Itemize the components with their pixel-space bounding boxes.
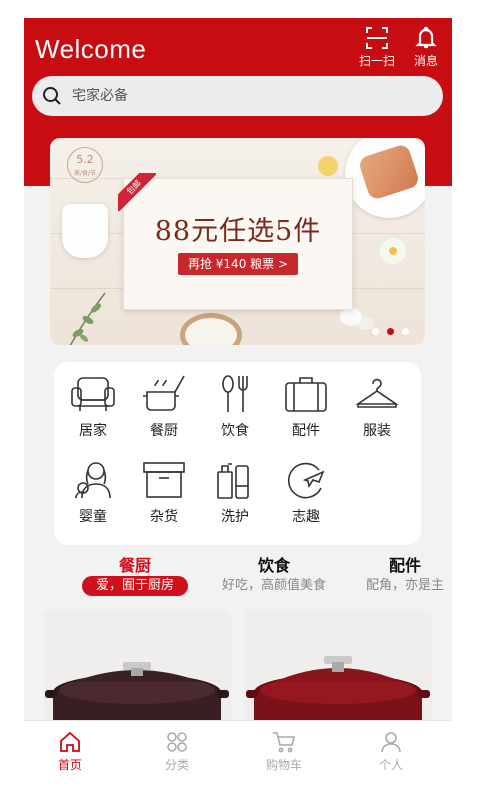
featured-tabs: 舒心 餐厨 爱，囿于厨房 饮食 好吃，高颜值美食 配件 配角，亦是主 <box>24 556 452 600</box>
eggs-image <box>340 308 362 326</box>
category-label: 配件 <box>292 423 320 439</box>
category-care[interactable]: 洗护 <box>205 460 265 526</box>
bottles-icon <box>217 463 249 499</box>
flower-image <box>380 238 406 264</box>
globe-plane-icon <box>287 462 325 499</box>
message-label: 消息 <box>413 54 438 68</box>
carousel-dot[interactable] <box>372 328 379 335</box>
nav-label: 分类 <box>164 758 189 772</box>
category-accessories[interactable]: 配件 <box>276 374 336 440</box>
scan-button[interactable]: 扫一扫 <box>355 26 399 69</box>
category-clothing[interactable]: 服装 <box>347 374 407 440</box>
category-label: 杂货 <box>150 509 178 525</box>
stamp-date: 5.2 <box>76 153 94 166</box>
hanger-icon <box>355 378 399 408</box>
suitcase-icon <box>285 377 327 412</box>
category-label: 居家 <box>79 423 107 439</box>
category-label: 洗护 <box>221 509 249 525</box>
nav-profile[interactable]: 个人 <box>361 731 421 773</box>
category-sundries[interactable]: 杂货 <box>134 460 194 526</box>
milk-jug-image <box>62 204 108 258</box>
category-label: 婴童 <box>79 509 107 525</box>
featured-tab-name: 配件 <box>389 556 422 575</box>
promo-card: 包邮 88元任选5件 再抢 ¥140 粮票 > <box>118 173 353 310</box>
festival-stamp: 5.2 美/食/节 <box>67 147 103 183</box>
grid-icon <box>167 732 187 752</box>
category-interests[interactable]: 志趣 <box>276 460 336 526</box>
home-icon <box>60 731 80 752</box>
search-input[interactable] <box>72 76 422 116</box>
category-food[interactable]: 饮食 <box>205 374 265 440</box>
category-grid: 居家 餐厨 饮食 配件 服装 婴童 杂货 洗护 志趣 <box>54 362 421 545</box>
stamp-sub: 美/食/节 <box>73 170 97 177</box>
category-label: 餐厨 <box>150 423 178 439</box>
featured-tab-sub: 好吃，高颜值美食 <box>222 578 327 593</box>
flour-bowl-image <box>180 313 242 345</box>
category-label: 饮食 <box>221 423 249 439</box>
bottom-nav: 首页 分类 购物车 个人 <box>24 720 452 778</box>
nav-label: 购物车 <box>265 758 302 772</box>
nav-category[interactable]: 分类 <box>147 731 207 773</box>
scan-label: 扫一扫 <box>358 54 395 68</box>
free-shipping-tag: 包邮 <box>118 173 156 211</box>
carousel-dot[interactable] <box>402 328 409 335</box>
pot-icon <box>143 375 185 411</box>
leaf-image <box>69 292 106 345</box>
user-icon <box>381 732 401 753</box>
featured-tab-name: 饮食 <box>258 556 291 575</box>
food-plate-image <box>345 138 425 218</box>
carousel-dot-active[interactable] <box>387 328 394 335</box>
utensils-icon <box>222 375 248 412</box>
nav-home[interactable]: 首页 <box>40 731 100 773</box>
mother-child-icon <box>75 462 111 499</box>
search-bar[interactable] <box>32 76 443 116</box>
category-label: 服装 <box>363 423 391 439</box>
category-baby[interactable]: 婴童 <box>63 460 123 526</box>
featured-tab-kitchen[interactable]: 餐厨 爱，囿于厨房 <box>82 556 189 596</box>
app-title: Welcome <box>35 34 147 64</box>
box-icon <box>143 462 185 498</box>
scan-icon <box>366 27 388 49</box>
featured-tab-accessories[interactable]: 配件 配角，亦是主 <box>366 556 444 596</box>
featured-tab-food[interactable]: 饮食 好吃，高颜值美食 <box>222 556 326 596</box>
featured-tab-sub: 配角，亦是主 <box>366 578 445 593</box>
search-icon <box>43 87 61 105</box>
category-label: 志趣 <box>292 509 320 525</box>
nav-cart[interactable]: 购物车 <box>254 731 314 773</box>
nav-label: 首页 <box>57 758 82 772</box>
promo-headline: 88元任选5件 <box>154 216 322 247</box>
carousel-dots <box>372 328 409 335</box>
promo-banner[interactable]: 5.2 美/食/节 包邮 88元任选5件 再抢 ¥140 粮票 > <box>50 138 425 345</box>
nav-label: 个人 <box>378 758 403 772</box>
promo-coupon-button[interactable]: 再抢 ¥140 粮票 > <box>178 253 298 275</box>
featured-tab-name: 餐厨 <box>119 556 152 575</box>
cart-icon <box>273 732 296 753</box>
lemon-image <box>318 156 338 176</box>
category-kitchen[interactable]: 餐厨 <box>134 374 194 440</box>
message-button[interactable]: 消息 <box>404 26 448 69</box>
bell-icon <box>415 26 437 49</box>
featured-tab-sub: 爱，囿于厨房 <box>82 576 189 596</box>
category-home[interactable]: 居家 <box>63 374 123 440</box>
sofa-icon <box>71 377 115 411</box>
app-screen: Welcome 扫一扫 消息 5.2 <box>24 18 452 778</box>
